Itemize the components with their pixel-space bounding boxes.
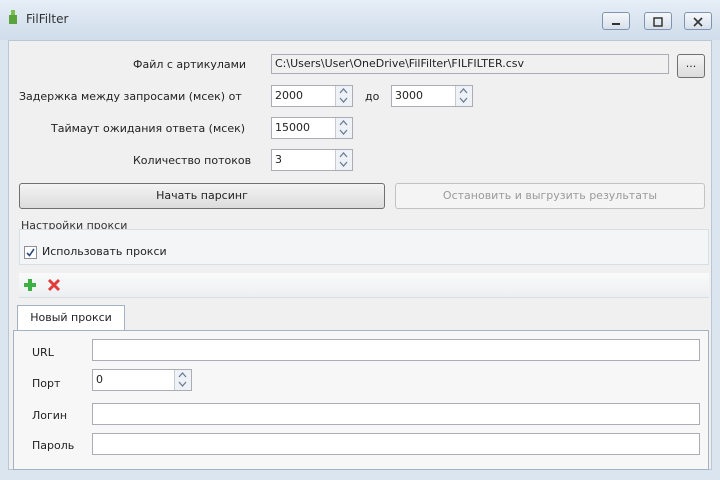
app-window: FilFilter Файл с артикулами C:\Users\Use… xyxy=(0,0,720,480)
threads-stepper[interactable]: 3 xyxy=(271,149,353,171)
login-field[interactable] xyxy=(92,403,700,425)
add-icon[interactable] xyxy=(23,278,37,292)
close-icon xyxy=(693,17,703,27)
delay-label: Задержка между запросами (мсек) от xyxy=(19,90,242,103)
port-stepper[interactable]: 0 xyxy=(92,369,192,391)
password-field[interactable] xyxy=(92,433,700,455)
port-label: Порт xyxy=(32,377,61,390)
chevron-up-icon xyxy=(178,372,187,378)
start-parsing-button[interactable]: Начать парсинг xyxy=(19,183,385,209)
delay-from-value: 2000 xyxy=(275,89,303,102)
stop-and-export-button[interactable]: Остановить и выгрузить результаты xyxy=(395,183,705,209)
chevron-down-icon xyxy=(459,97,468,103)
app-icon xyxy=(9,10,17,24)
port-arrows[interactable] xyxy=(174,370,191,390)
timeout-stepper[interactable]: 15000 xyxy=(271,117,353,139)
chevron-up-icon xyxy=(339,152,348,158)
close-button[interactable] xyxy=(684,12,712,30)
tab-new-proxy[interactable]: Новый прокси xyxy=(17,305,125,331)
url-field[interactable] xyxy=(92,339,700,361)
timeout-label: Таймаут ожидания ответа (мсек) xyxy=(51,122,246,135)
delay-to-stepper[interactable]: 3000 xyxy=(391,85,473,107)
chevron-down-icon xyxy=(339,161,348,167)
title-bar[interactable]: FilFilter xyxy=(0,0,720,40)
window-title: FilFilter xyxy=(26,12,69,26)
port-value: 0 xyxy=(96,373,103,386)
delay-to-value: 3000 xyxy=(395,89,423,102)
timeout-value: 15000 xyxy=(275,121,310,134)
url-label: URL xyxy=(32,346,54,359)
chevron-up-icon xyxy=(459,88,468,94)
use-proxy-checkbox[interactable] xyxy=(24,246,37,259)
threads-arrows[interactable] xyxy=(335,150,352,170)
delay-to-arrows[interactable] xyxy=(455,86,472,106)
use-proxy-label[interactable]: Использовать прокси xyxy=(42,245,167,258)
password-label: Пароль xyxy=(32,439,75,452)
maximize-icon xyxy=(653,17,663,27)
browse-button[interactable]: ... xyxy=(677,54,705,78)
chevron-up-icon xyxy=(339,88,348,94)
file-path-field[interactable]: C:\Users\User\OneDrive\FilFilter\FILFILT… xyxy=(271,54,669,74)
delay-from-arrows[interactable] xyxy=(335,86,352,106)
minimize-icon xyxy=(612,23,620,25)
chevron-up-icon xyxy=(339,120,348,126)
timeout-arrows[interactable] xyxy=(335,118,352,138)
main-panel: Файл с артикулами C:\Users\User\OneDrive… xyxy=(8,40,712,470)
login-label: Логин xyxy=(32,409,68,422)
proxy-settings-group: Использовать прокси xyxy=(19,229,709,265)
chevron-down-icon xyxy=(339,129,348,135)
delay-to-label: до xyxy=(365,90,380,103)
proxy-toolbar xyxy=(19,273,709,298)
chevron-down-icon xyxy=(178,381,187,387)
delete-icon[interactable] xyxy=(47,278,61,292)
chevron-down-icon xyxy=(339,97,348,103)
minimize-button[interactable] xyxy=(602,12,630,30)
maximize-button[interactable] xyxy=(644,12,672,30)
threads-value: 3 xyxy=(275,153,282,166)
proxy-tab-panel: URL Порт 0 Логин Пароль xyxy=(13,330,709,470)
threads-label: Количество потоков xyxy=(133,154,252,167)
delay-from-stepper[interactable]: 2000 xyxy=(271,85,353,107)
checkmark-icon xyxy=(26,248,35,257)
file-label: Файл с артикулами xyxy=(133,58,247,71)
window-bottom-border xyxy=(0,470,720,480)
